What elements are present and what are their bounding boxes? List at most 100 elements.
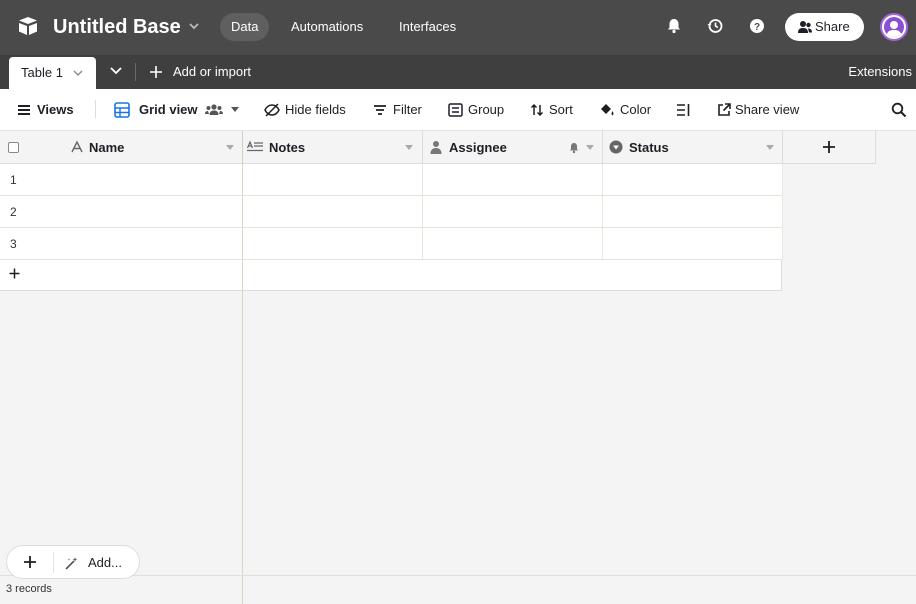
group-button[interactable]: Group — [448, 101, 504, 119]
collaborators-icon — [205, 104, 223, 115]
filter-button[interactable]: Filter — [373, 101, 422, 119]
pane-divider — [242, 576, 243, 604]
table-row[interactable]: 2 — [0, 196, 783, 228]
tab-divider — [135, 63, 136, 81]
table-row[interactable]: 3 — [0, 228, 783, 260]
nav-interfaces[interactable]: Interfaces — [388, 13, 467, 41]
add-field-button[interactable] — [783, 131, 876, 164]
extensions-button[interactable]: Extensions — [848, 63, 912, 81]
table-tabbar: Table 1 — [0, 55, 916, 89]
add-record-row[interactable] — [0, 260, 782, 291]
cell-status[interactable] — [603, 228, 783, 259]
cell-name[interactable] — [0, 164, 243, 195]
external-link-icon — [718, 103, 731, 116]
base-title[interactable]: Untitled Base — [53, 14, 181, 40]
hide-fields-button[interactable]: Hide fields — [264, 101, 346, 119]
users-icon — [798, 21, 812, 33]
column-label-name: Name — [89, 140, 125, 155]
views-button[interactable]: Views — [17, 101, 74, 119]
text-a-icon — [71, 141, 83, 153]
select-all-checkbox[interactable] — [8, 142, 19, 153]
tab-table-1[interactable]: Table 1 — [9, 57, 96, 89]
svg-text:?: ? — [754, 22, 760, 33]
share-label: Share — [815, 19, 850, 34]
avatar[interactable] — [880, 13, 908, 41]
cell-assignee[interactable] — [423, 228, 603, 259]
all-tables-chevron-icon[interactable] — [108, 65, 124, 77]
bell-icon[interactable] — [568, 142, 580, 154]
cell-name[interactable] — [0, 196, 243, 227]
views-label: Views — [37, 102, 74, 117]
record-count: 3 records — [6, 583, 52, 595]
share-button[interactable]: Share — [785, 13, 864, 41]
paint-bucket-icon — [601, 104, 614, 116]
cell-notes[interactable] — [243, 196, 423, 227]
chevron-down-icon[interactable] — [73, 69, 83, 77]
nav-automations[interactable]: Automations — [280, 13, 374, 41]
long-text-icon — [247, 141, 263, 152]
add-or-import-label: Add or import — [173, 64, 252, 79]
base-logo-icon[interactable] — [16, 14, 40, 38]
column-menu-caret-icon[interactable] — [226, 145, 234, 151]
column-menu-caret-icon[interactable] — [586, 145, 594, 151]
pill-divider — [53, 552, 54, 573]
help-icon[interactable]: ? — [748, 17, 766, 35]
magic-wand-icon[interactable] — [65, 556, 79, 570]
column-header-assignee[interactable]: Assignee — [423, 131, 603, 164]
column-header-notes[interactable]: Notes — [243, 131, 423, 164]
eye-off-icon — [264, 103, 280, 117]
cell-assignee[interactable] — [423, 164, 603, 195]
pane-divider — [242, 260, 243, 291]
sort-label: Sort — [549, 102, 573, 117]
column-menu-caret-icon[interactable] — [405, 145, 413, 151]
user-icon — [430, 141, 442, 154]
cell-status[interactable] — [603, 196, 783, 227]
plus-icon — [150, 66, 162, 78]
single-select-icon — [609, 140, 623, 154]
chevron-down-icon[interactable] — [187, 19, 201, 33]
add-record-button[interactable] — [24, 556, 36, 568]
caret-down-icon — [231, 107, 239, 112]
toolbar-divider — [95, 100, 96, 118]
cell-assignee[interactable] — [423, 196, 603, 227]
grid-footer: 3 records — [0, 575, 916, 604]
column-menu-caret-icon[interactable] — [766, 145, 774, 151]
row-height-icon — [677, 104, 690, 116]
color-button[interactable]: Color — [599, 101, 651, 119]
nav-data[interactable]: Data — [220, 13, 270, 41]
group-icon — [448, 103, 463, 117]
tab-label: Table 1 — [21, 65, 63, 80]
cell-name[interactable] — [0, 228, 243, 259]
grid-icon — [114, 102, 130, 118]
grid-view-button[interactable]: Grid view — [114, 101, 239, 119]
plus-icon — [9, 268, 20, 279]
add-record-pill: Add... — [6, 545, 140, 579]
add-or-import-button[interactable]: Add or import — [150, 63, 251, 81]
bell-icon[interactable] — [665, 17, 683, 35]
view-toolbar: Views Grid view Hide fields Filter Group… — [0, 89, 916, 131]
group-label: Group — [468, 102, 505, 117]
color-label: Color — [620, 102, 652, 117]
column-header-status[interactable]: Status — [603, 131, 783, 164]
table-row[interactable]: 1 — [0, 164, 783, 196]
column-label-notes: Notes — [269, 140, 306, 155]
share-view-button[interactable]: Share view — [717, 101, 799, 119]
filter-label: Filter — [393, 102, 422, 117]
hide-fields-label: Hide fields — [285, 102, 346, 117]
menu-icon — [18, 105, 30, 115]
cell-notes[interactable] — [243, 164, 423, 195]
filter-icon — [374, 105, 386, 115]
history-icon[interactable] — [706, 17, 724, 35]
user-avatar-icon — [884, 17, 904, 37]
cell-status[interactable] — [603, 164, 783, 195]
sort-icon — [530, 103, 544, 117]
grid-view-label: Grid view — [139, 102, 198, 117]
column-label-status: Status — [629, 140, 669, 155]
cell-notes[interactable] — [243, 228, 423, 259]
column-header-name[interactable]: Name — [0, 131, 243, 164]
search-icon[interactable] — [891, 102, 907, 118]
app-topbar: Untitled Base Data Automations Interface… — [0, 0, 916, 55]
sort-button[interactable]: Sort — [530, 101, 573, 119]
add-options-button[interactable]: Add... — [88, 555, 122, 570]
share-view-label: Share view — [735, 102, 800, 117]
